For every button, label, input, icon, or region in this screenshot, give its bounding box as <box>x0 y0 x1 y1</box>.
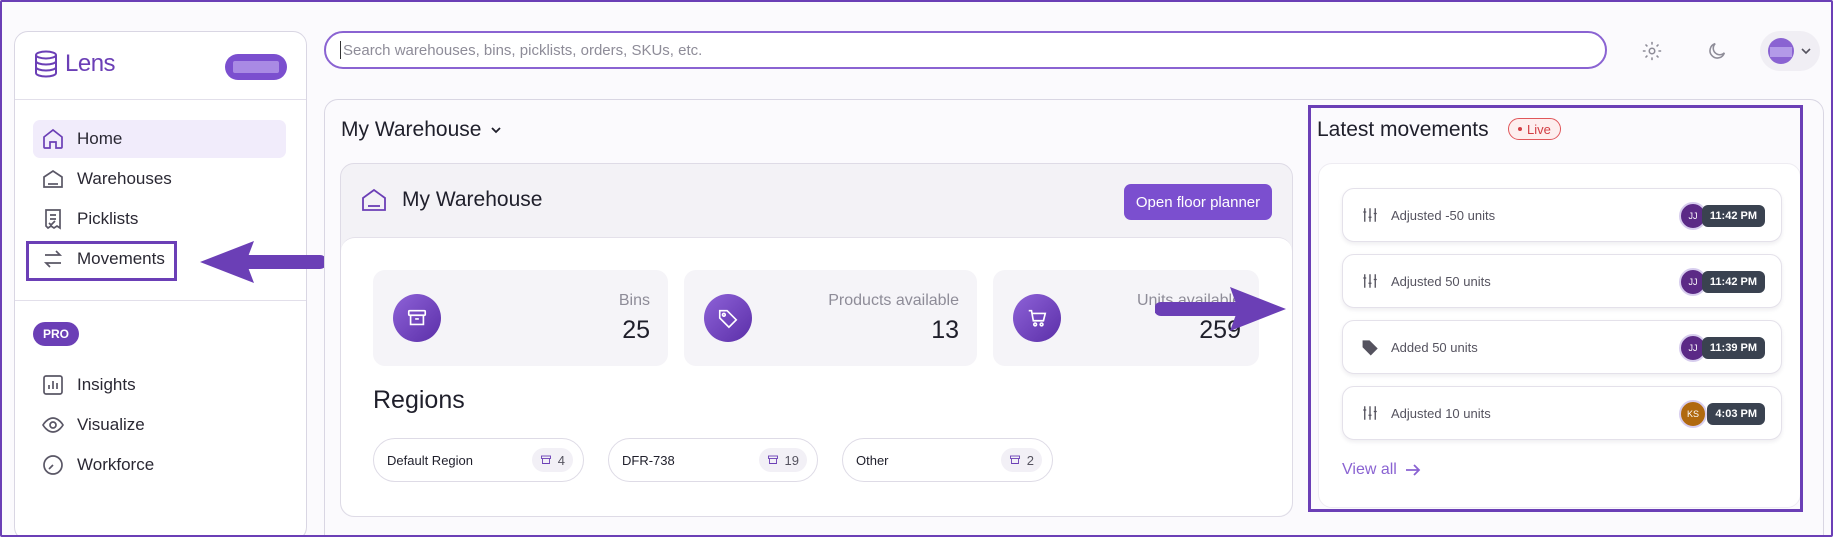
warehouse-icon <box>362 188 386 211</box>
sidebar-item-picklists[interactable]: Picklists <box>33 200 286 238</box>
pro-badge: PRO <box>33 322 80 346</box>
chevron-down-icon <box>491 127 502 134</box>
sidebar-item-label: Visualize <box>77 415 145 434</box>
eye-icon <box>42 417 64 433</box>
moon-icon <box>1709 42 1726 59</box>
logo[interactable]: Lens <box>33 50 116 78</box>
warehouse-title: My Warehouse <box>360 186 542 214</box>
region-chip[interactable]: Default Region 4 <box>373 438 584 482</box>
stat-value: 25 <box>622 316 650 344</box>
archive-icon <box>407 309 427 326</box>
sidebar-item-label: Picklists <box>77 209 139 228</box>
warehouse-selector-label: My Warehouse <box>341 118 482 141</box>
sidebar-item-workforce[interactable]: Workforce <box>33 446 286 484</box>
region-chip[interactable]: DFR-738 19 <box>608 438 818 482</box>
sidebar-item-label: Workforce <box>77 455 155 474</box>
gauge-icon <box>43 455 63 475</box>
region-name: Other <box>856 452 889 468</box>
sidebar-item-label: Warehouses <box>77 169 172 188</box>
archive-icon <box>1009 455 1020 464</box>
archive-icon <box>540 455 551 464</box>
search-placeholder: Search warehouses, bins, picklists, orde… <box>343 41 703 59</box>
sidebar-item-insights[interactable]: Insights <box>33 366 286 404</box>
region-count: 4 <box>531 448 573 472</box>
region-count: 2 <box>1000 448 1042 472</box>
stat-value: 13 <box>931 316 959 344</box>
database-icon <box>35 50 57 78</box>
picklist-icon <box>45 209 61 230</box>
logo-text: Lens <box>65 50 116 77</box>
warehouse-selector[interactable]: My Warehouse <box>341 118 503 142</box>
stat-products-available: Products available 13 <box>684 270 977 366</box>
home-icon <box>43 128 63 149</box>
sidebar-item-visualize[interactable]: Visualize <box>33 406 286 444</box>
annotation-arrow-right-icon <box>1155 287 1286 331</box>
chevron-down-icon <box>1801 48 1811 55</box>
region-count: 19 <box>758 448 807 472</box>
latest-movements-highlight-box <box>1308 105 1803 512</box>
sidebar-item-label: Home <box>77 129 123 148</box>
insights-icon <box>43 375 63 395</box>
regions-heading: Regions <box>373 386 465 414</box>
region-chip[interactable]: Other 2 <box>842 438 1053 482</box>
sidebar-divider <box>15 99 306 100</box>
movements-highlight-box <box>26 241 177 281</box>
theme-toggle-button[interactable] <box>1702 36 1732 66</box>
avatar <box>1768 38 1794 64</box>
stat-label: Bins <box>618 292 650 309</box>
warehouse-title-text: My Warehouse <box>402 188 543 211</box>
settings-button[interactable] <box>1637 36 1667 66</box>
warehouse-icon <box>43 169 63 188</box>
annotation-arrow-left-icon <box>200 241 324 283</box>
user-menu[interactable] <box>1760 31 1820 71</box>
cart-icon <box>1028 309 1047 327</box>
gear-icon <box>1642 41 1662 61</box>
plan-badge[interactable] <box>225 54 287 80</box>
archive-icon <box>767 455 778 464</box>
region-name: Default Region <box>387 452 473 468</box>
sidebar-divider <box>15 300 306 301</box>
region-name: DFR-738 <box>622 452 675 468</box>
sidebar-item-home[interactable]: Home <box>33 120 286 158</box>
stat-label: Products available <box>828 292 959 309</box>
tag-icon <box>718 309 738 329</box>
open-floor-planner-button[interactable]: Open floor planner <box>1124 184 1272 220</box>
search-input[interactable]: Search warehouses, bins, picklists, orde… <box>324 31 1607 69</box>
sidebar-item-label: Insights <box>77 375 136 394</box>
sidebar-item-warehouses[interactable]: Warehouses <box>33 160 286 198</box>
stat-bins: Bins 25 <box>373 270 668 366</box>
